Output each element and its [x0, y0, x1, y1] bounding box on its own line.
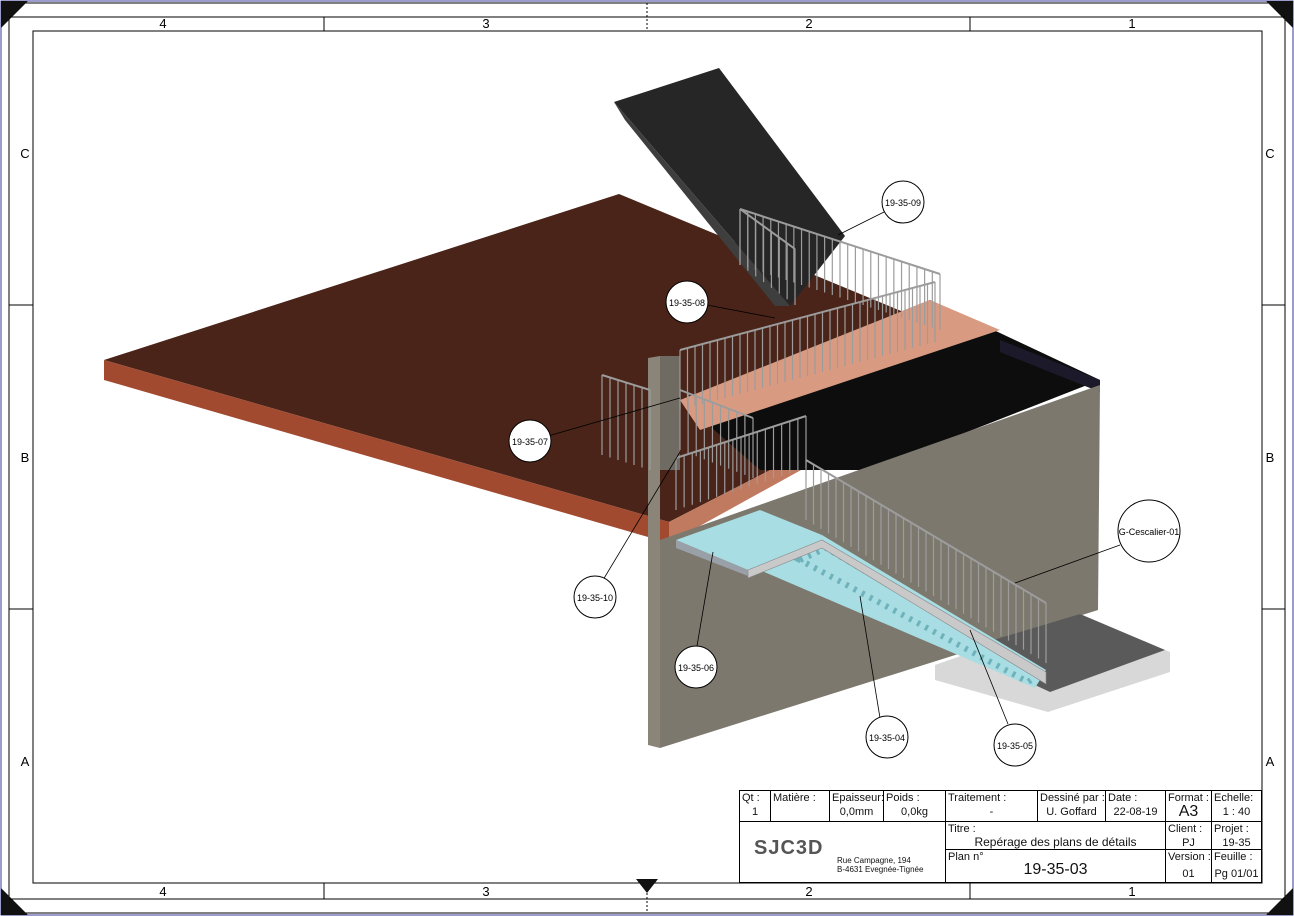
corner-mark: [1266, 1, 1293, 28]
svg-text:19-35-04: 19-35-04: [869, 733, 905, 743]
row-label: C: [1265, 146, 1274, 161]
callout-escalier[interactable]: G-Cescalier-01: [1117, 499, 1181, 563]
corner-mark: [1266, 888, 1293, 915]
poids-cell: Poids :0,0kg: [884, 790, 946, 822]
traitement-cell: Traitement :-: [946, 790, 1038, 822]
svg-text:G-Cescalier-01: G-Cescalier-01: [1119, 527, 1180, 537]
col-label: 2: [805, 16, 812, 31]
col-label: 1: [1128, 884, 1135, 899]
col-label: 3: [482, 884, 489, 899]
col-label: 2: [805, 884, 812, 899]
row-label: A: [21, 754, 30, 769]
callout-06[interactable]: 19-35-06: [674, 645, 718, 689]
corner-mark: [1, 888, 28, 915]
svg-text:19-35-08: 19-35-08: [669, 298, 705, 308]
company-cell: SJC3D Rue Campagne, 194 B-4631 Evegnée-T…: [739, 822, 946, 883]
col-label: 4: [159, 884, 166, 899]
qt-cell: Qt :1: [739, 790, 771, 822]
svg-text:19-35-10: 19-35-10: [577, 593, 613, 603]
callout-07[interactable]: 19-35-07: [508, 419, 552, 463]
client-cell: Client : PJ: [1166, 822, 1212, 850]
epaisseur-cell: Epaisseur: 0,0mm: [830, 790, 884, 822]
stair-model: [104, 68, 1170, 748]
drawing-sheet: 4 3 2 1 4 3 2 1 C B A C B A 19-35-09 19-…: [0, 0, 1294, 916]
dessine-cell: Dessiné par : U. Goffard: [1038, 790, 1106, 822]
callout-04[interactable]: 19-35-04: [865, 715, 909, 759]
matiere-cell: Matière :: [771, 790, 830, 822]
svg-text:19-35-06: 19-35-06: [678, 663, 714, 673]
company-logo: SJC3D: [754, 837, 824, 859]
echelle-cell: Echelle: 1 : 40: [1212, 790, 1262, 822]
row-label: B: [21, 450, 30, 465]
feuille-cell: Feuille : Pg 01/01: [1212, 850, 1262, 883]
callout-08[interactable]: 19-35-08: [665, 280, 709, 324]
center-mark: [636, 879, 658, 893]
format-cell: Format : A3: [1166, 790, 1212, 822]
callout-10[interactable]: 19-35-10: [573, 575, 617, 619]
row-label: C: [20, 146, 29, 161]
titre-cell: Titre : Repérage des plans de détails: [946, 822, 1166, 850]
projet-cell: Projet :19-35: [1212, 822, 1262, 850]
version-cell: Version :01: [1166, 850, 1212, 883]
date-cell: Date :22-08-19: [1106, 790, 1166, 822]
callout-09[interactable]: 19-35-09: [881, 180, 925, 224]
callout-05[interactable]: 19-35-05: [993, 723, 1037, 767]
row-label: A: [1266, 754, 1275, 769]
col-label: 4: [159, 16, 166, 31]
col-label: 3: [482, 16, 489, 31]
company-address: Rue Campagne, 194 B-4631 Evegnée-Tignée …: [837, 856, 924, 874]
svg-text:19-35-09: 19-35-09: [885, 198, 921, 208]
svg-text:19-35-07: 19-35-07: [512, 437, 548, 447]
plan-cell: Plan n° 19-35-03: [946, 850, 1166, 883]
col-label: 1: [1128, 16, 1135, 31]
corner-mark: [1, 1, 28, 28]
title-block: Qt :1 Matière : Epaisseur: 0,0mm Poids :0…: [739, 790, 1262, 883]
row-label: B: [1266, 450, 1275, 465]
svg-text:19-35-05: 19-35-05: [997, 741, 1033, 751]
